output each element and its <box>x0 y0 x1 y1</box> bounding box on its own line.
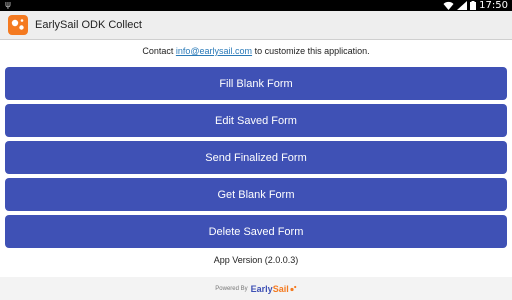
delete-saved-form-button[interactable]: Delete Saved Form <box>5 215 507 248</box>
wifi-icon <box>443 1 454 10</box>
contact-email-link[interactable]: info@earlysail.com <box>176 46 252 56</box>
edit-saved-form-button[interactable]: Edit Saved Form <box>5 104 507 137</box>
send-finalized-form-button[interactable]: Send Finalized Form <box>5 141 507 174</box>
contact-prefix: Contact <box>142 46 176 56</box>
get-blank-form-button[interactable]: Get Blank Form <box>5 178 507 211</box>
footer: Powered By EarlySail <box>0 277 512 300</box>
brand-logo: EarlySail <box>251 284 289 294</box>
battery-icon <box>470 1 477 10</box>
app-title: EarlySail ODK Collect <box>35 19 142 31</box>
powered-by-label: Powered By <box>215 285 248 292</box>
signal-icon <box>457 1 468 10</box>
app-logo-icon <box>8 15 28 35</box>
brand-early: Early <box>250 283 273 294</box>
app-version: App Version (2.0.0.3) <box>213 255 299 265</box>
contact-suffix: to customize this application. <box>252 46 370 56</box>
status-time: 17:50 <box>479 0 508 11</box>
brand-dots-icon <box>290 285 297 292</box>
brand-sail: Sail <box>272 283 289 294</box>
app-bar: EarlySail ODK Collect <box>0 11 512 40</box>
fill-blank-form-button[interactable]: Fill Blank Form <box>5 67 507 100</box>
status-icons: 17:50 <box>443 0 508 11</box>
contact-text: Contact info@earlysail.com to customize … <box>0 44 512 58</box>
usb-icon: ψ <box>5 0 11 10</box>
status-bar: ψ 17:50 <box>0 0 512 11</box>
